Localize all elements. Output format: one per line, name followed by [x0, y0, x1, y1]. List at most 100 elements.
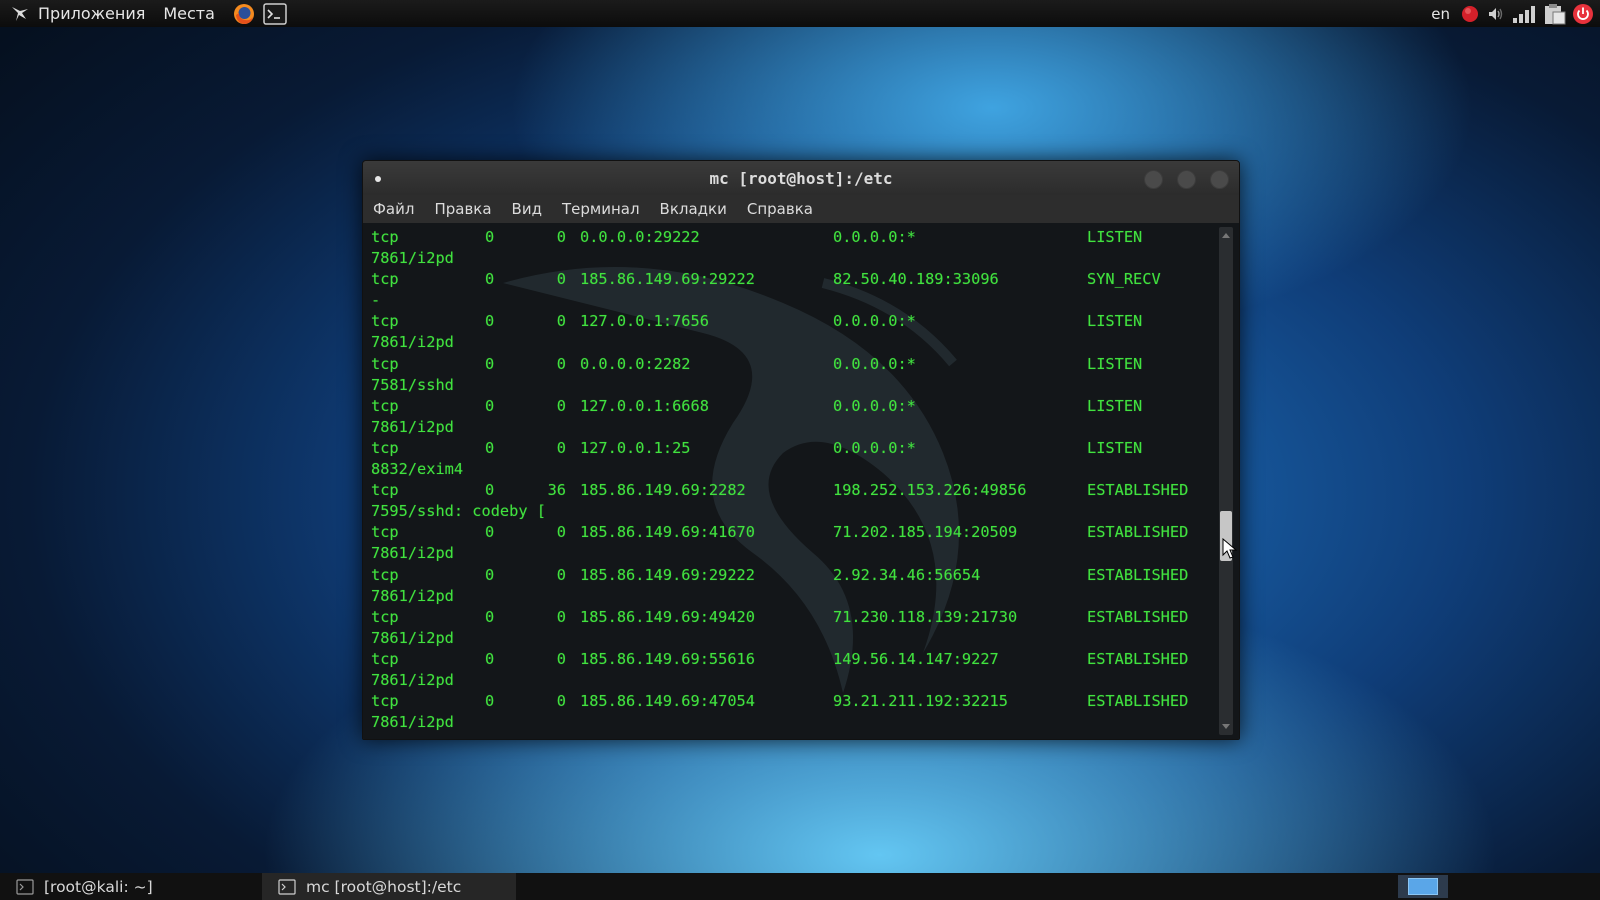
terminal-line: 7861/i2pd [371, 670, 1207, 691]
terminal-small-icon [278, 878, 296, 895]
window-menu-dot-icon[interactable] [375, 176, 381, 182]
workspace-1[interactable] [1408, 878, 1438, 895]
send-q: 0 [556, 396, 566, 415]
terminal-line: tcp 0 0 127.0.0.1:7656 0.0.0.0:* LISTEN [371, 311, 1207, 332]
recv-q: 0 [485, 692, 495, 711]
bottom-taskbar: [root@kali: ~] mc [root@host]:/etc [0, 873, 1600, 900]
process-info: 7861/i2pd [371, 417, 454, 436]
taskbar-item-kali-terminal[interactable]: [root@kali: ~] [0, 873, 262, 900]
menu-help[interactable]: Справка [747, 200, 813, 218]
send-q: 0 [556, 607, 566, 626]
foreign-address: 149.56.14.147:9227 [833, 649, 999, 668]
taskbar-item-mc[interactable]: mc [root@host]:/etc [262, 873, 516, 900]
protocol: tcp [371, 354, 399, 373]
terminal-line: tcp 0 0 185.86.149.69:29222 82.50.40.189:330… [371, 269, 1207, 290]
terminal-line: tcp 0 0 185.86.149.69:29222 2.92.34.46:56654… [371, 565, 1207, 586]
notification-tray-item[interactable] [1460, 4, 1480, 24]
send-q: 0 [556, 438, 566, 457]
connection-state: LISTEN [1087, 354, 1143, 373]
applications-menu[interactable]: Приложения [10, 4, 145, 23]
recv-q: 0 [485, 565, 495, 584]
menu-view[interactable]: Вид [512, 200, 542, 218]
recv-q: 0 [485, 396, 495, 415]
foreign-address: 0.0.0.0:* [833, 396, 916, 415]
connection-state: SYN_RECV [1087, 270, 1161, 289]
foreign-address: 0.0.0.0:* [833, 354, 916, 373]
clipboard-icon [1545, 3, 1566, 24]
firefox-icon [233, 3, 254, 24]
window-titlebar[interactable]: mc [root@host]:/etc [363, 161, 1239, 195]
menu-edit[interactable]: Правка [434, 200, 491, 218]
protocol: tcp [371, 523, 399, 542]
clipboard-tray-item[interactable] [1542, 3, 1566, 25]
connection-state: ESTABLISHED [1087, 692, 1189, 711]
window-title: mc [root@host]:/etc [709, 168, 893, 188]
terminal-scrollbar[interactable] [1219, 227, 1233, 735]
power-tray-item[interactable] [1572, 3, 1594, 25]
local-address: 185.86.149.69:29222 [580, 565, 755, 584]
protocol: tcp [371, 228, 399, 246]
send-q: 0 [556, 312, 566, 331]
panel-left: Приложения Места [0, 0, 295, 27]
recv-q: 0 [485, 228, 495, 246]
local-address: 0.0.0.0:29222 [580, 228, 700, 246]
window-controls [1144, 170, 1229, 189]
firefox-launcher[interactable] [233, 3, 255, 25]
mouse-pointer-icon [1222, 538, 1238, 559]
protocol: tcp [371, 692, 399, 711]
terminal-line: tcp 0 36 185.86.149.69:2282 198.252.153.226:… [371, 480, 1207, 501]
recv-q: 0 [485, 270, 495, 289]
network-tray-item[interactable] [1512, 4, 1536, 24]
terminal-icon [263, 2, 287, 25]
terminal-line: 7861/i2pd [371, 417, 1207, 438]
terminal-launcher[interactable] [263, 2, 287, 25]
terminal-window: mc [root@host]:/etc Файл Правка Вид Терм… [362, 160, 1240, 740]
menu-tabs[interactable]: Вкладки [660, 200, 727, 218]
panel-right: en [1431, 0, 1600, 27]
local-address: 185.86.149.69:55616 [580, 649, 755, 668]
foreign-address: 0.0.0.0:* [833, 312, 916, 331]
scroll-down-arrow-icon[interactable] [1222, 724, 1230, 729]
send-q: 36 [547, 481, 566, 500]
connection-state: ESTABLISHED [1087, 649, 1189, 668]
foreign-address: 93.21.211.192:32215 [833, 692, 1008, 711]
local-address: 185.86.149.69:2282 [580, 481, 746, 500]
terminal-line: tcp 0 0 127.0.0.1:6668 0.0.0.0:* LISTEN [371, 396, 1207, 417]
minimize-button[interactable] [1144, 170, 1163, 189]
terminal-line: 7861/i2pd [371, 712, 1207, 733]
send-q: 0 [556, 649, 566, 668]
menu-terminal[interactable]: Терминал [562, 200, 640, 218]
workspace-switcher[interactable] [1398, 875, 1448, 898]
keyboard-layout-indicator[interactable]: en [1431, 5, 1450, 23]
terminal-line: tcp 0 0 185.86.149.69:55616 149.56.14.147:92… [371, 649, 1207, 670]
menu-file[interactable]: Файл [373, 200, 414, 218]
local-address: 185.86.149.69:41670 [580, 523, 755, 542]
recv-q: 0 [485, 312, 495, 331]
terminal-menubar: Файл Правка Вид Терминал Вкладки Справка [363, 195, 1239, 223]
terminal-line: 7861/i2pd [371, 628, 1207, 649]
local-address: 127.0.0.1:6668 [580, 396, 709, 415]
places-menu[interactable]: Места [163, 4, 215, 23]
send-q: 0 [556, 692, 566, 711]
terminal-text: tcp 0 0 0.0.0.0:29222 0.0.0.0:* LISTEN 7861/i2… [371, 227, 1207, 733]
kali-dragon-icon [12, 6, 28, 21]
maximize-button[interactable] [1177, 170, 1196, 189]
terminal-small-icon [16, 878, 34, 895]
protocol: tcp [371, 270, 399, 289]
protocol: tcp [371, 565, 399, 584]
scroll-up-arrow-icon[interactable] [1222, 233, 1230, 238]
terminal-line: 7861/i2pd [371, 332, 1207, 353]
process-info: 7595/sshd: codeby [ [371, 502, 546, 521]
send-q: 0 [556, 523, 566, 542]
volume-icon [1489, 7, 1503, 20]
connection-state: LISTEN [1087, 396, 1143, 415]
network-signal-icon [1513, 5, 1535, 23]
terminal-output-area[interactable]: tcp 0 0 0.0.0.0:29222 0.0.0.0:* LISTEN 7861/i2… [363, 223, 1239, 739]
volume-tray-item[interactable] [1486, 4, 1506, 24]
send-q: 0 [556, 270, 566, 289]
close-button[interactable] [1210, 170, 1229, 189]
terminal-line: tcp 0 0 185.86.149.69:47054 93.21.211.192:32… [371, 691, 1207, 712]
notification-dot-icon [1462, 5, 1478, 22]
terminal-line: 7595/sshd: codeby [ [371, 501, 1207, 522]
foreign-address: 2.92.34.46:56654 [833, 565, 981, 584]
